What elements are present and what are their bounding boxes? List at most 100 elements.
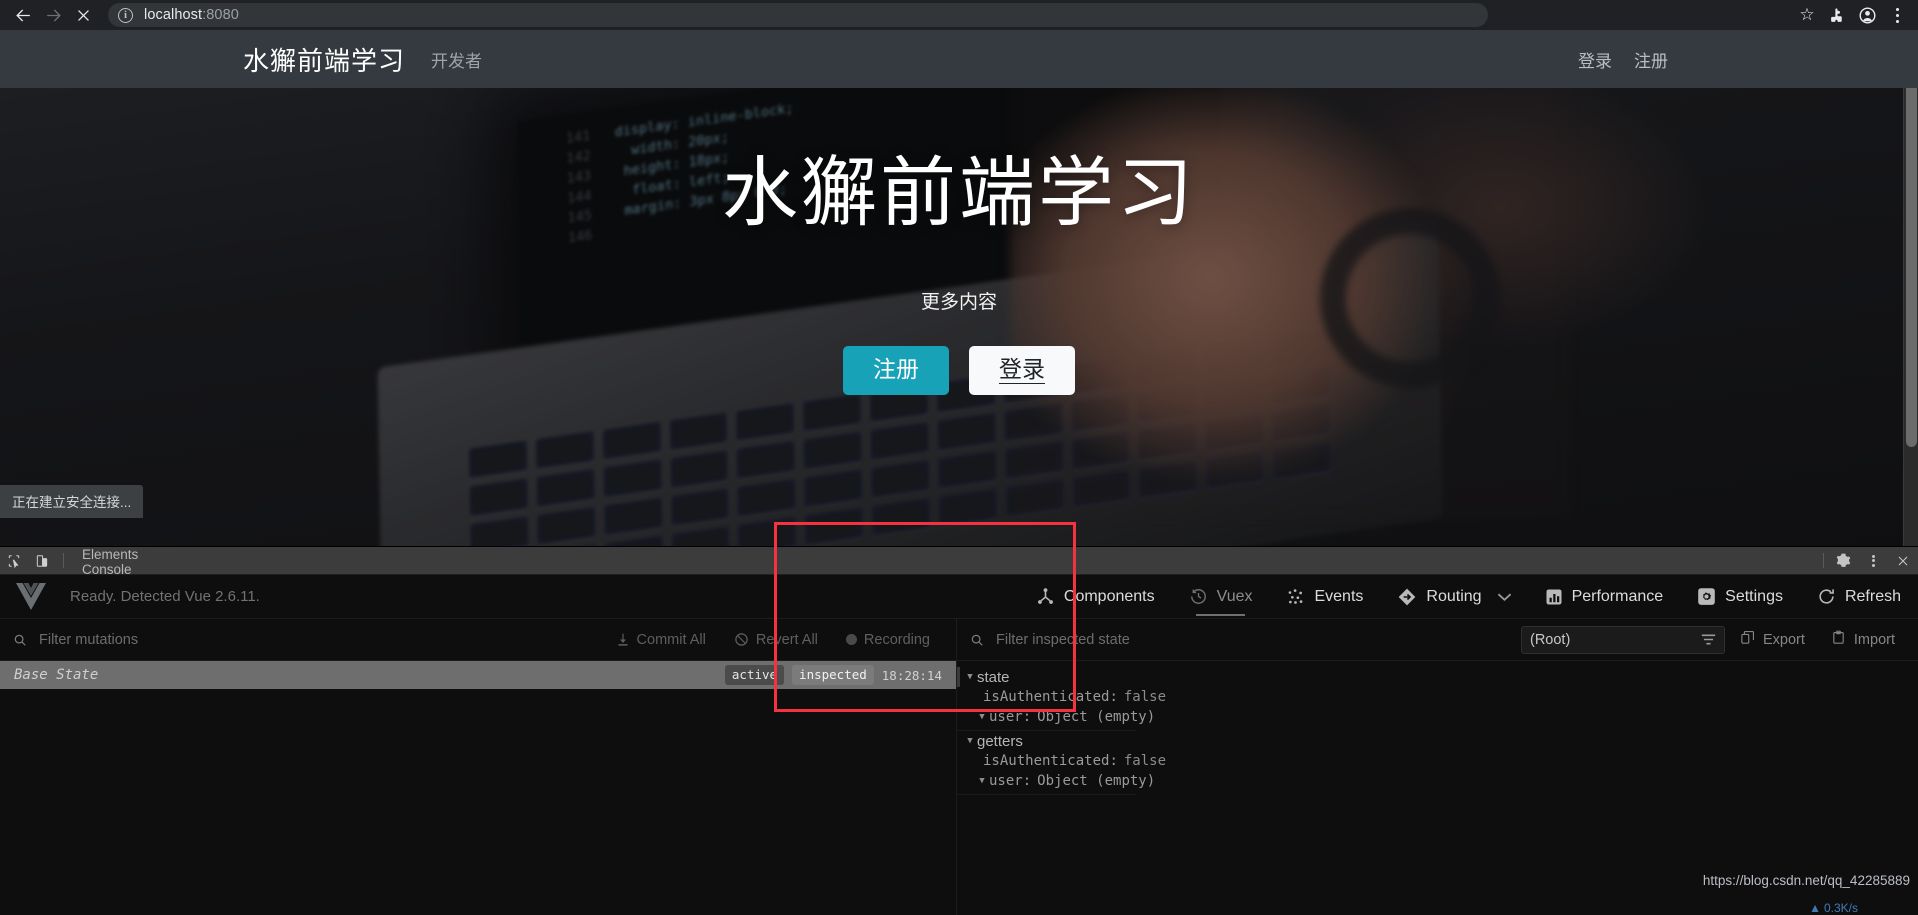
search-icon bbox=[13, 633, 27, 647]
mutation-name: Base State bbox=[14, 667, 99, 683]
performance-bar-chart-icon bbox=[1545, 588, 1563, 606]
hero-content: 水獬前端学习 更多内容 注册 登录 bbox=[0, 88, 1918, 546]
vue-nav-label: Refresh bbox=[1844, 587, 1901, 605]
vue-nav-label: Components bbox=[1063, 587, 1155, 605]
devtools-tab-label: Elements bbox=[82, 547, 139, 562]
scrollbar-thumb[interactable] bbox=[1906, 47, 1917, 447]
vue-nav: Components Vuex Events Routing Performance Se… bbox=[1019, 575, 1918, 619]
import-button[interactable]: Import bbox=[1820, 630, 1906, 649]
caret-down-icon[interactable]: ▼ bbox=[963, 736, 977, 746]
close-icon[interactable] bbox=[1888, 547, 1918, 574]
clipboard-import-icon bbox=[1831, 630, 1846, 649]
mutation-actions: Commit All Revert All Recording bbox=[602, 632, 956, 648]
status-badge-inspected: inspected bbox=[792, 665, 874, 685]
mutation-action-label: Revert All bbox=[755, 631, 818, 648]
info-circle-icon[interactable]: i bbox=[118, 7, 133, 23]
revert-all-button[interactable]: Revert All bbox=[720, 632, 832, 648]
recording-button[interactable]: Recording bbox=[832, 632, 944, 648]
mutation-timestamp: 18:28:14 bbox=[881, 667, 942, 683]
caret-down-icon[interactable]: ▼ bbox=[975, 776, 989, 786]
mutations-filter-input[interactable] bbox=[39, 631, 602, 648]
star-outline-icon[interactable]: ☆ bbox=[1792, 0, 1822, 30]
device-toolbar-icon[interactable] bbox=[28, 547, 56, 574]
hero-section: 141 display: inline-block; 142 width: 20… bbox=[0, 88, 1918, 546]
url-port: :8080 bbox=[202, 7, 239, 23]
hero-register-button[interactable]: 注册 bbox=[843, 346, 949, 396]
vue-nav-vuex[interactable]: Vuex bbox=[1172, 575, 1270, 619]
watermark-url: https://blog.csdn.net/qq_42285889 bbox=[1702, 873, 1910, 888]
state-entry-key: user bbox=[989, 709, 1023, 725]
vue-nav-settings[interactable]: Settings bbox=[1680, 575, 1800, 619]
nav-link-developer[interactable]: 开发者 bbox=[431, 47, 482, 72]
three-dots-vertical-icon[interactable] bbox=[1858, 547, 1888, 574]
devtools-panel: ElementsConsoleSourcesNetworkPerformance… bbox=[0, 546, 1918, 915]
nav-link-register[interactable]: 注册 bbox=[1634, 47, 1668, 72]
state-group-header[interactable]: ▼ state bbox=[957, 667, 1137, 687]
state-group: ▼ getters isAuthenticated: false ▼ user: Objec… bbox=[957, 731, 1166, 795]
vue-nav-events[interactable]: Events bbox=[1269, 575, 1380, 619]
caret-down-icon[interactable]: ▼ bbox=[963, 672, 977, 682]
state-entry-key: user bbox=[989, 773, 1023, 789]
vue-toolbar-right: (Root) Export Import bbox=[1520, 619, 1918, 660]
vue-nav-label: Performance bbox=[1571, 587, 1664, 605]
root-store-select[interactable]: (Root) bbox=[1520, 625, 1725, 654]
state-entry-value: false bbox=[1123, 753, 1167, 769]
devtools-tabbar: ElementsConsoleSourcesNetworkPerformance… bbox=[0, 547, 1918, 697]
back-button[interactable] bbox=[8, 0, 38, 30]
puzzle-piece-icon[interactable] bbox=[1822, 0, 1852, 30]
site-brand[interactable]: 水獬前端学习 bbox=[243, 41, 405, 78]
components-tree-icon bbox=[1036, 587, 1055, 606]
commit-all-button[interactable]: Commit All bbox=[602, 632, 720, 648]
hero-login-button[interactable]: 登录 bbox=[969, 346, 1075, 396]
state-entry-key: isAuthenticated bbox=[983, 689, 1110, 705]
devtools-tab-list: ElementsConsoleSourcesNetworkPerformance… bbox=[71, 547, 171, 697]
vue-devtools-panel: Ready. Detected Vue 2.6.11. Components Vu… bbox=[0, 575, 1918, 915]
state-entry-value: Object (empty) bbox=[1037, 773, 1156, 789]
mutation-row-base-state[interactable]: Base State active inspected 18:28:14 bbox=[0, 661, 956, 689]
vue-nav-components[interactable]: Components bbox=[1019, 575, 1172, 619]
hero-login-button-label: 登录 bbox=[999, 356, 1045, 385]
vue-header: Ready. Detected Vue 2.6.11. Components Vu… bbox=[0, 575, 1918, 619]
forward-button[interactable] bbox=[38, 0, 68, 30]
state-inspector: ▼ state isAuthenticated: false ▼ user: Object … bbox=[957, 661, 1166, 915]
devtools-tab-elements[interactable]: Elements bbox=[71, 547, 170, 562]
vue-nav-label: Events bbox=[1314, 587, 1364, 605]
vue-ready-status: Ready. Detected Vue 2.6.11. bbox=[70, 588, 260, 605]
url-host: localhost bbox=[144, 7, 203, 23]
three-dots-vertical-icon[interactable] bbox=[1882, 0, 1912, 30]
gear-icon[interactable] bbox=[1828, 547, 1858, 574]
nav-link-login[interactable]: 登录 bbox=[1578, 47, 1612, 72]
vue-nav-routing[interactable]: Routing bbox=[1380, 575, 1498, 619]
stop-loading-button[interactable] bbox=[68, 0, 98, 30]
state-entry-value: Object (empty) bbox=[1037, 709, 1156, 725]
export-button[interactable]: Export bbox=[1729, 630, 1816, 649]
hero-subtitle: 更多内容 bbox=[920, 292, 997, 314]
hero-title: 水獬前端学习 bbox=[722, 151, 1196, 236]
state-entry-colon: : bbox=[1109, 689, 1118, 705]
state-entry-colon: : bbox=[1022, 709, 1032, 725]
state-entry[interactable]: isAuthenticated: false bbox=[957, 687, 1166, 707]
address-bar[interactable]: i localhost:8080 bbox=[108, 3, 1488, 27]
search-icon bbox=[970, 633, 984, 647]
vuex-history-clock-icon bbox=[1189, 587, 1208, 606]
account-avatar-icon[interactable] bbox=[1852, 0, 1882, 30]
vue-nav-performance[interactable]: Performance bbox=[1528, 575, 1681, 619]
mutations-list: Base State active inspected 18:28:14 bbox=[0, 661, 957, 915]
state-entry[interactable]: ▼ user: Object (empty) bbox=[957, 707, 1155, 727]
inspect-cursor-icon[interactable] bbox=[0, 547, 28, 574]
caret-down-icon[interactable]: ▼ bbox=[975, 712, 989, 722]
vue-nav-refresh[interactable]: Refresh bbox=[1800, 575, 1918, 619]
page-scrollbar[interactable]: ▲ bbox=[1903, 30, 1918, 546]
mutation-action-label: Recording bbox=[863, 631, 930, 648]
vue-logo-icon bbox=[14, 582, 48, 612]
state-group-header[interactable]: ▼ getters bbox=[957, 731, 1137, 751]
state-entry[interactable]: isAuthenticated: false bbox=[957, 751, 1166, 771]
root-store-select-value: (Root) bbox=[1529, 631, 1571, 648]
state-entry-key: isAuthenticated bbox=[983, 753, 1110, 769]
record-dot-icon bbox=[845, 634, 857, 645]
state-group-name: state bbox=[977, 668, 1010, 686]
state-entry[interactable]: ▼ user: Object (empty) bbox=[957, 771, 1155, 791]
status-bubble: 正在建立安全连接... bbox=[0, 485, 144, 518]
state-entry-colon: : bbox=[1022, 773, 1032, 789]
state-filter-input[interactable] bbox=[996, 631, 1197, 648]
